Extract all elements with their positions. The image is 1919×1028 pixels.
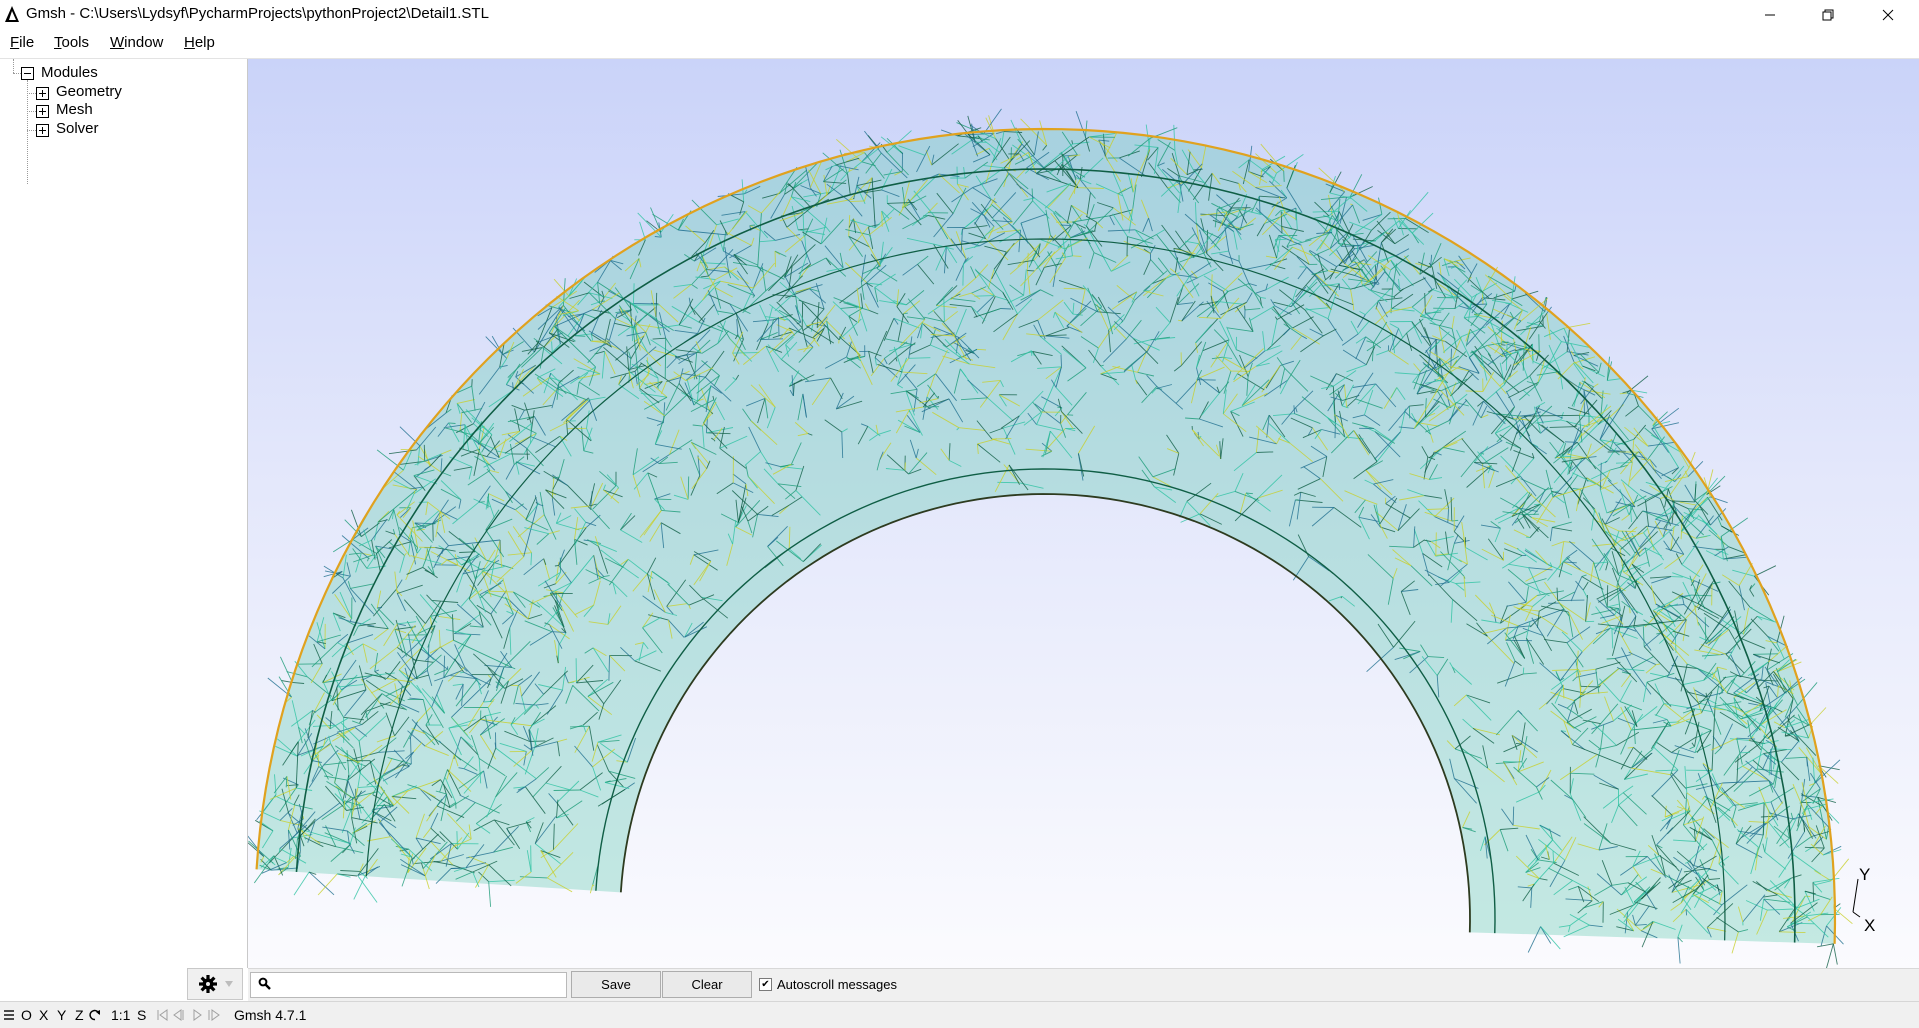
title-bar: Gmsh - C:\Users\Lydsyf\PycharmProjects\p… <box>0 0 1919 29</box>
module-tree-panel: Modules Geometry Mesh Solver <box>0 59 248 968</box>
rotate-icon[interactable] <box>89 1009 101 1022</box>
play-icon[interactable] <box>194 1010 201 1020</box>
tree-connector <box>27 130 36 131</box>
previous-step-icon[interactable] <box>174 1010 183 1020</box>
menu-window[interactable]: Window <box>110 34 163 51</box>
tree-expand-mesh[interactable] <box>36 105 49 118</box>
status-bar: O X Y Z 1:1 S Gmsh 4.7.1 <box>0 1001 1919 1028</box>
menu-help[interactable]: Help <box>184 34 215 51</box>
menu-tools[interactable]: Tools <box>54 34 89 51</box>
search-icon <box>258 977 272 991</box>
tree-connector <box>27 93 36 94</box>
axis-x-label: X <box>1864 916 1875 936</box>
animation-controls <box>157 1009 221 1021</box>
message-search-input[interactable] <box>250 972 567 998</box>
restore-button[interactable] <box>1799 0 1857 29</box>
view-o-button[interactable]: O <box>21 1007 32 1023</box>
tree-item-modules[interactable]: Modules <box>41 64 98 81</box>
minimize-icon <box>1764 9 1776 21</box>
tree-collapse-modules[interactable] <box>21 67 34 80</box>
tree-item-geometry[interactable]: Geometry <box>56 83 122 100</box>
menu-bar: File Tools Window Help <box>0 29 1919 59</box>
mesh-wireframe <box>248 59 1919 968</box>
tree-expand-solver[interactable] <box>36 124 49 137</box>
tree-expand-geometry[interactable] <box>36 87 49 100</box>
menu-file[interactable]: File <box>10 34 34 51</box>
minimize-button[interactable] <box>1741 0 1799 29</box>
first-step-icon[interactable] <box>158 1010 167 1020</box>
clear-button[interactable]: Clear <box>662 971 752 998</box>
close-button[interactable] <box>1857 0 1919 29</box>
view-y-button[interactable]: Y <box>57 1007 66 1023</box>
tree-connector <box>13 59 14 73</box>
dropdown-arrow-icon <box>225 981 233 987</box>
tree-connector <box>27 80 28 184</box>
tree-item-mesh[interactable]: Mesh <box>56 101 93 118</box>
scale-button[interactable]: 1:1 <box>111 1007 130 1023</box>
restore-icon <box>1822 9 1834 21</box>
autoscroll-toggle[interactable]: ✔ Autoscroll messages <box>759 977 897 992</box>
axis-y-label: Y <box>1859 865 1870 885</box>
tree-item-solver[interactable]: Solver <box>56 120 99 137</box>
options-button[interactable] <box>187 968 243 1000</box>
tree-connector <box>13 73 21 74</box>
autoscroll-label: Autoscroll messages <box>777 977 897 992</box>
autoscroll-checkbox[interactable]: ✔ <box>759 978 772 991</box>
mesh-ring-fill <box>257 129 1835 944</box>
close-icon <box>1882 9 1894 21</box>
graphics-viewport[interactable]: Y X <box>248 59 1919 968</box>
gear-icon <box>198 974 220 994</box>
view-x-button[interactable]: X <box>39 1007 48 1023</box>
next-step-icon[interactable] <box>209 1010 219 1020</box>
list-icon[interactable] <box>3 1009 15 1021</box>
save-button[interactable]: Save <box>571 971 661 998</box>
gmsh-logo-icon <box>4 5 20 23</box>
status-message: Gmsh 4.7.1 <box>234 1007 306 1023</box>
window-title: Gmsh - C:\Users\Lydsyf\PycharmProjects\p… <box>26 5 489 22</box>
view-z-button[interactable]: Z <box>75 1007 84 1023</box>
scale-s-button[interactable]: S <box>137 1007 146 1023</box>
tree-connector <box>27 111 36 112</box>
